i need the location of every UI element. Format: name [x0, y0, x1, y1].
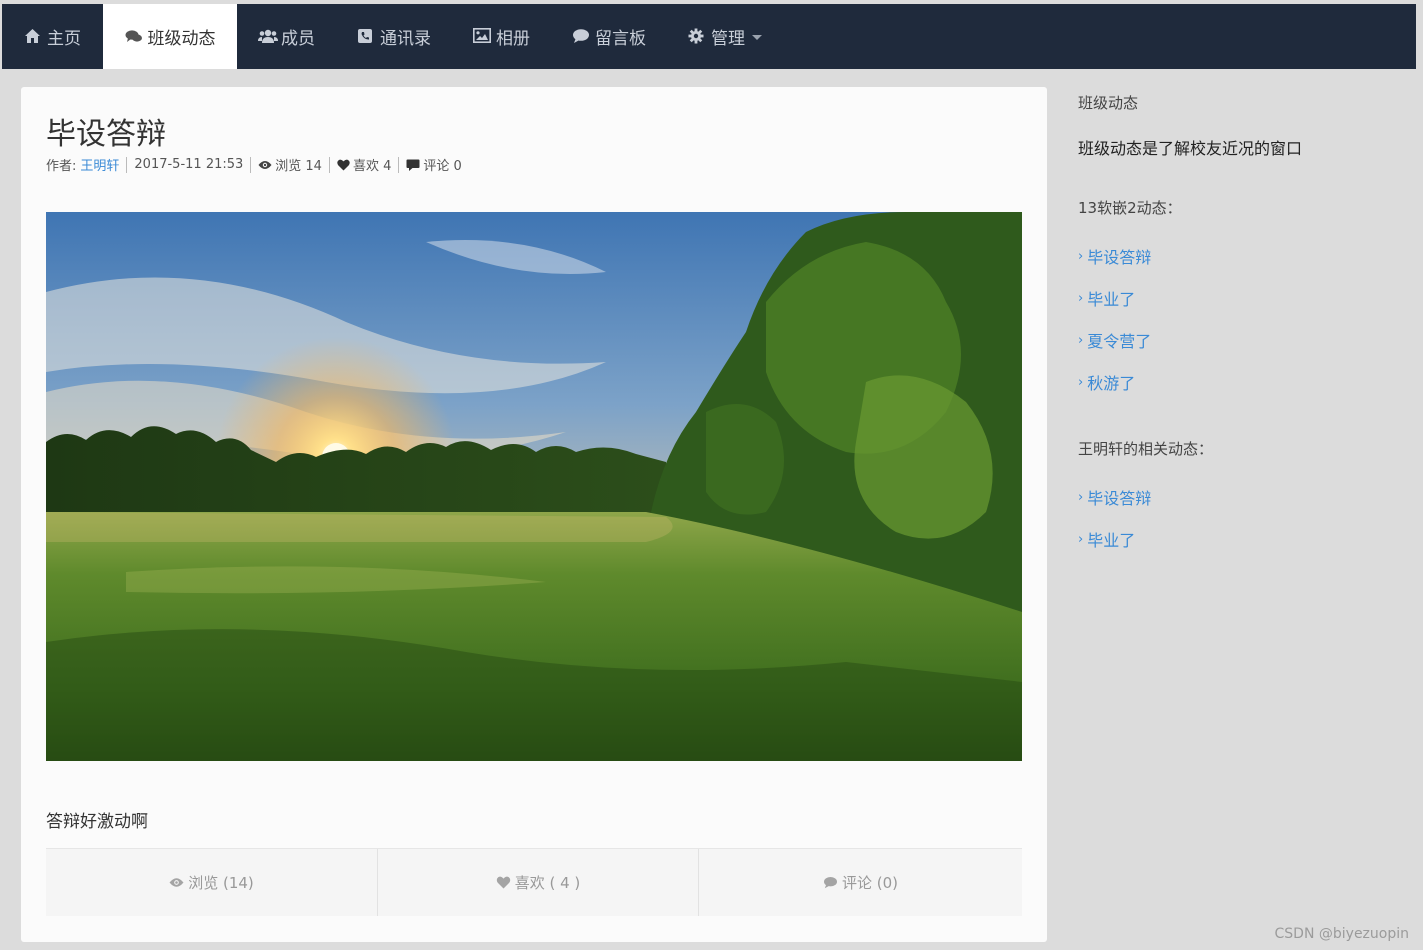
class-news-link-label: 毕业了	[1087, 290, 1136, 309]
nav-label-class-news: 班级动态	[147, 29, 216, 49]
class-news-link[interactable]: › 秋游了	[1078, 370, 1398, 394]
class-news-link-label: 毕设答辩	[1087, 248, 1152, 267]
nav-label-home: 主页	[47, 29, 81, 49]
likes-stat-label: 喜欢 ( 4 )	[514, 874, 581, 892]
views-stat-button[interactable]: 浏览 (14)	[46, 849, 377, 916]
nav-label-guestbook: 留言板	[595, 29, 646, 49]
post-body: 答辩好激动啊	[46, 812, 148, 832]
chevron-right-icon: ›	[1078, 531, 1084, 547]
likes-stat-button[interactable]: 喜欢 ( 4 )	[377, 849, 698, 916]
post-card: 毕设答辩 作者: 王明轩 2017-5-11 21:53 浏览 14 喜欢 4 …	[21, 87, 1047, 942]
nav-item-contacts[interactable]: 通讯录	[336, 4, 452, 69]
class-news-link-label: 秋游了	[1087, 374, 1136, 393]
top-navbar: 主页 班级动态 成员 通讯录 相册 留言板 管理	[2, 4, 1416, 69]
chevron-right-icon: ›	[1078, 332, 1084, 348]
comments-icon	[125, 28, 143, 46]
author-news-link[interactable]: › 毕业了	[1078, 527, 1398, 551]
comments-stat-label: 评论 (0)	[841, 874, 899, 892]
likes-meta: 喜欢 4	[337, 155, 391, 174]
nav-label-album: 相册	[496, 29, 530, 49]
eye-icon	[258, 160, 272, 169]
nav-item-members[interactable]: 成员	[237, 4, 336, 69]
class-news-heading: 13软嵌2动态：	[1078, 199, 1182, 217]
comments-meta-label: 评论 0	[423, 159, 462, 174]
sidebar-heading: 班级动态	[1078, 94, 1139, 112]
comment-icon	[823, 876, 837, 889]
author-news-link-label: 毕业了	[1087, 531, 1136, 550]
meta-divider	[398, 156, 400, 173]
nav-item-admin-dropdown[interactable]: 管理	[667, 4, 783, 69]
author-news-heading: 王明轩的相关动态：	[1078, 440, 1214, 458]
chevron-right-icon: ›	[1078, 290, 1084, 306]
views-meta: 浏览 14	[258, 155, 322, 174]
sidebar: 班级动态 班级动态是了解校友近况的窗口 13软嵌2动态： › 毕设答辩 › 毕业…	[1078, 92, 1398, 551]
views-stat-label: 浏览 (14)	[188, 874, 254, 892]
author-news-link[interactable]: › 毕设答辩	[1078, 485, 1398, 509]
class-news-link[interactable]: › 夏令营了	[1078, 328, 1398, 352]
views-meta-label: 浏览 14	[275, 159, 322, 174]
comments-meta: 评论 0	[406, 155, 462, 174]
chevron-right-icon: ›	[1078, 374, 1084, 390]
post-title: 毕设答辩	[46, 117, 166, 152]
chevron-down-icon	[752, 35, 762, 40]
sidebar-description: 班级动态是了解校友近况的窗口	[1078, 139, 1303, 158]
nav-label-members: 成员	[281, 29, 315, 49]
meta-divider	[250, 156, 252, 173]
eye-icon	[169, 878, 184, 887]
picture-icon	[473, 27, 491, 46]
home-icon	[24, 28, 42, 46]
class-news-link[interactable]: › 毕设答辩	[1078, 244, 1398, 268]
nav-label-admin: 管理	[711, 29, 745, 49]
post-date: 2017-5-11 21:53	[134, 157, 244, 172]
post-meta: 作者: 王明轩 2017-5-11 21:53 浏览 14 喜欢 4 评论 0	[46, 155, 462, 174]
chevron-right-icon: ›	[1078, 248, 1084, 264]
nav-label-contacts: 通讯录	[380, 29, 431, 49]
nav-item-album[interactable]: 相册	[452, 4, 551, 69]
nav-item-home[interactable]: 主页	[2, 4, 103, 69]
meta-divider	[328, 156, 330, 173]
phone-icon	[357, 28, 375, 46]
watermark: CSDN @biyezuopin	[1274, 926, 1409, 942]
heart-icon	[337, 159, 350, 170]
author-news-link-label: 毕设答辩	[1087, 489, 1152, 508]
class-news-link-label: 夏令营了	[1087, 332, 1152, 351]
chevron-right-icon: ›	[1078, 489, 1084, 505]
post-stats-bar: 浏览 (14) 喜欢 ( 4 ) 评论 (0)	[46, 848, 1022, 916]
likes-meta-label: 喜欢 4	[352, 159, 392, 174]
author-label: 作者:	[46, 159, 77, 174]
nav-item-class-news[interactable]: 班级动态	[103, 4, 237, 69]
heart-icon	[496, 876, 510, 889]
post-photo	[46, 212, 1022, 761]
gear-icon	[688, 28, 706, 46]
author-link[interactable]: 王明轩	[80, 155, 119, 174]
meta-divider	[126, 156, 128, 173]
nav-item-guestbook[interactable]: 留言板	[551, 4, 667, 69]
class-news-link[interactable]: › 毕业了	[1078, 286, 1398, 310]
comment-icon	[572, 28, 590, 46]
comments-stat-button[interactable]: 评论 (0)	[698, 849, 1022, 916]
comment-icon	[406, 159, 420, 171]
users-icon	[258, 28, 278, 46]
